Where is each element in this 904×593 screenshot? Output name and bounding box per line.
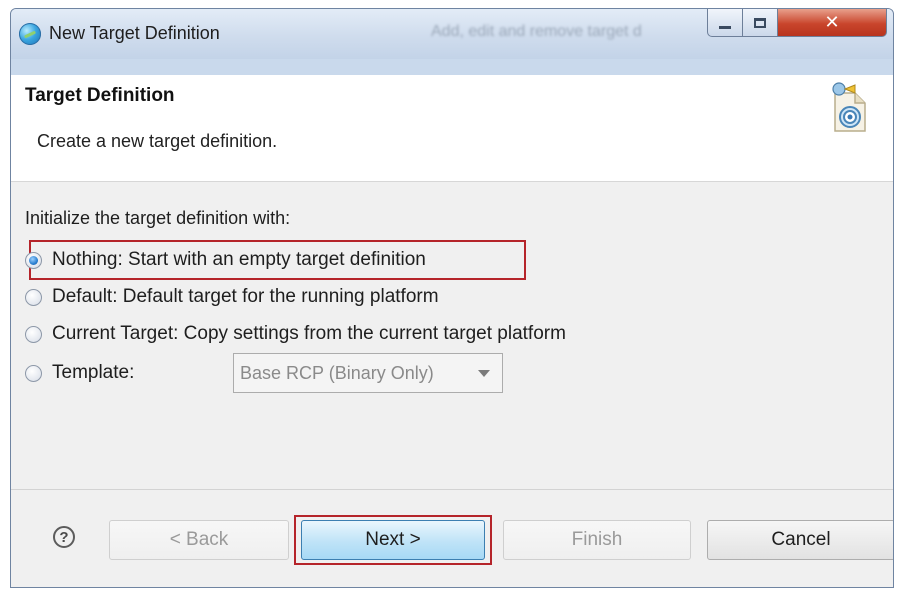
cancel-button[interactable]: Cancel — [707, 520, 893, 560]
page-title: Target Definition — [25, 85, 175, 106]
back-button[interactable]: < Back — [109, 520, 289, 560]
maximize-button[interactable] — [742, 9, 778, 37]
help-icon[interactable]: ? — [53, 526, 75, 548]
maximize-icon — [754, 17, 766, 28]
wizard-header: Target Definition Create a new target de… — [11, 75, 893, 182]
page-description: Create a new target definition. — [37, 131, 278, 151]
wizard-content: Initialize the target definition with: N… — [11, 182, 893, 489]
option-nothing[interactable]: Nothing: Start with an empty target defi… — [25, 244, 426, 276]
next-button[interactable]: Next > — [301, 520, 485, 560]
option-current-target-label: Current Target: Copy settings from the c… — [52, 323, 566, 344]
window-title: New Target Definition — [49, 23, 220, 43]
minimize-button[interactable] — [707, 9, 743, 37]
eclipse-app-icon — [19, 23, 41, 45]
option-template-label: Template: — [52, 362, 135, 383]
target-definition-wizard-icon — [832, 82, 866, 132]
option-default-label: Default: Default target for the running … — [52, 286, 439, 307]
option-template[interactable]: Template: — [25, 357, 134, 389]
template-select-value: Base RCP (Binary Only) — [240, 362, 434, 383]
radio-default[interactable] — [25, 288, 42, 306]
init-group-label: Initialize the target definition with: — [25, 208, 291, 228]
option-current-target[interactable]: Current Target: Copy settings from the c… — [25, 318, 566, 350]
new-target-definition-dialog: New Target Definition Add, edit and remo… — [10, 8, 894, 588]
title-bar[interactable]: New Target Definition Add, edit and remo… — [11, 9, 893, 59]
option-default[interactable]: Default: Default target for the running … — [25, 281, 439, 313]
close-button[interactable]: ✕ — [777, 9, 887, 37]
close-icon: ✕ — [824, 12, 840, 33]
radio-current-target[interactable] — [25, 325, 42, 343]
option-nothing-label: Nothing: Start with an empty target defi… — [52, 249, 426, 270]
minimize-icon — [719, 26, 731, 29]
chevron-down-icon — [478, 370, 490, 377]
radio-nothing[interactable] — [25, 251, 42, 269]
background-window-title: Add, edit and remove target d — [431, 23, 642, 40]
template-select[interactable]: Base RCP (Binary Only) — [233, 353, 503, 393]
wizard-footer: ? < Back Next > Finish Cancel — [11, 489, 893, 587]
finish-button[interactable]: Finish — [503, 520, 691, 560]
radio-template[interactable] — [25, 364, 42, 382]
